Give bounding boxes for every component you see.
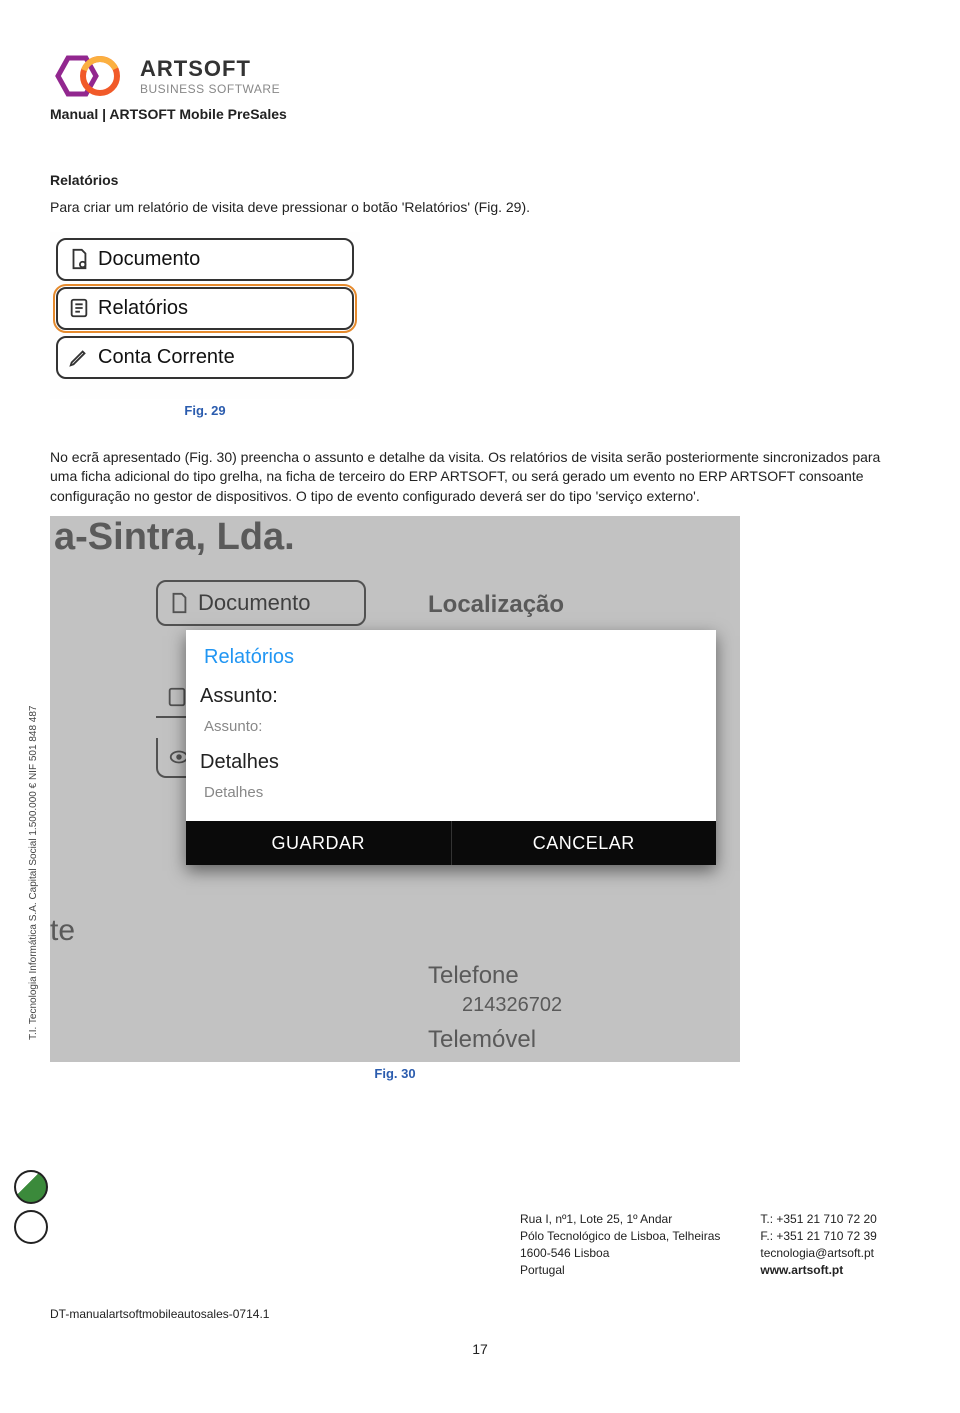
footer: Rua I, nº1, Lote 25, 1º Andar Pólo Tecno… — [50, 1211, 910, 1278]
cert-badge-icon — [14, 1210, 48, 1244]
brand-name: ARTSOFT — [140, 56, 280, 82]
logo: ARTSOFT BUSINESS SOFTWARE — [50, 50, 910, 102]
header: ARTSOFT BUSINESS SOFTWARE Manual | ARTSO… — [50, 50, 910, 122]
doc-title: Manual | ARTSOFT Mobile PreSales — [50, 106, 910, 122]
fig30-caption: Fig. 30 — [50, 1066, 740, 1081]
body-text: Para criar um relatório de visita deve p… — [50, 198, 910, 218]
section-title: Relatórios — [50, 172, 910, 188]
fig30-screenshot: a-Sintra, Lda. Documento Localização te … — [50, 516, 740, 1081]
pen-icon — [68, 346, 90, 368]
company-legal-text: T.I. Tecnologia Informática S.A. Capital… — [28, 706, 39, 1040]
fig29-screenshot: Documento Relatórios Conta Corrente — [50, 232, 360, 399]
logo-icon — [50, 50, 128, 102]
menu-conta-corrente[interactable]: Conta Corrente — [56, 336, 354, 379]
report-icon — [68, 297, 90, 319]
fig29-caption: Fig. 29 — [50, 403, 360, 418]
footer-contact: T.: +351 21 710 72 20 F.: +351 21 710 72… — [760, 1211, 876, 1278]
detalhes-input[interactable]: Detalhes — [194, 780, 708, 811]
page-number: 17 — [50, 1341, 910, 1357]
assunto-input[interactable]: Assunto: — [194, 714, 708, 745]
menu-documento[interactable]: Documento — [56, 238, 354, 281]
footer-address: Rua I, nº1, Lote 25, 1º Andar Pólo Tecno… — [520, 1211, 720, 1278]
menu-label: Documento — [98, 248, 200, 271]
body-text: No ecrã apresentado (Fig. 30) preencha o… — [50, 448, 910, 507]
doc-reference: DT-manualartsoftmobileautosales-0714.1 — [50, 1307, 910, 1321]
guardar-button[interactable]: GUARDAR — [186, 821, 451, 865]
cert-badges — [14, 1170, 48, 1244]
document-icon — [68, 248, 90, 270]
assunto-label: Assunto: — [194, 679, 708, 714]
menu-label: Conta Corrente — [98, 346, 235, 369]
relatorios-dialog: Relatórios Assunto: Assunto: Detalhes De… — [186, 630, 716, 865]
detalhes-label: Detalhes — [194, 745, 708, 780]
menu-relatorios[interactable]: Relatórios — [56, 287, 354, 330]
dialog-title: Relatórios — [186, 630, 716, 679]
menu-label: Relatórios — [98, 297, 188, 320]
cancelar-button[interactable]: CANCELAR — [451, 821, 717, 865]
brand-sub: BUSINESS SOFTWARE — [140, 82, 280, 96]
cert-badge-icon — [14, 1170, 48, 1204]
